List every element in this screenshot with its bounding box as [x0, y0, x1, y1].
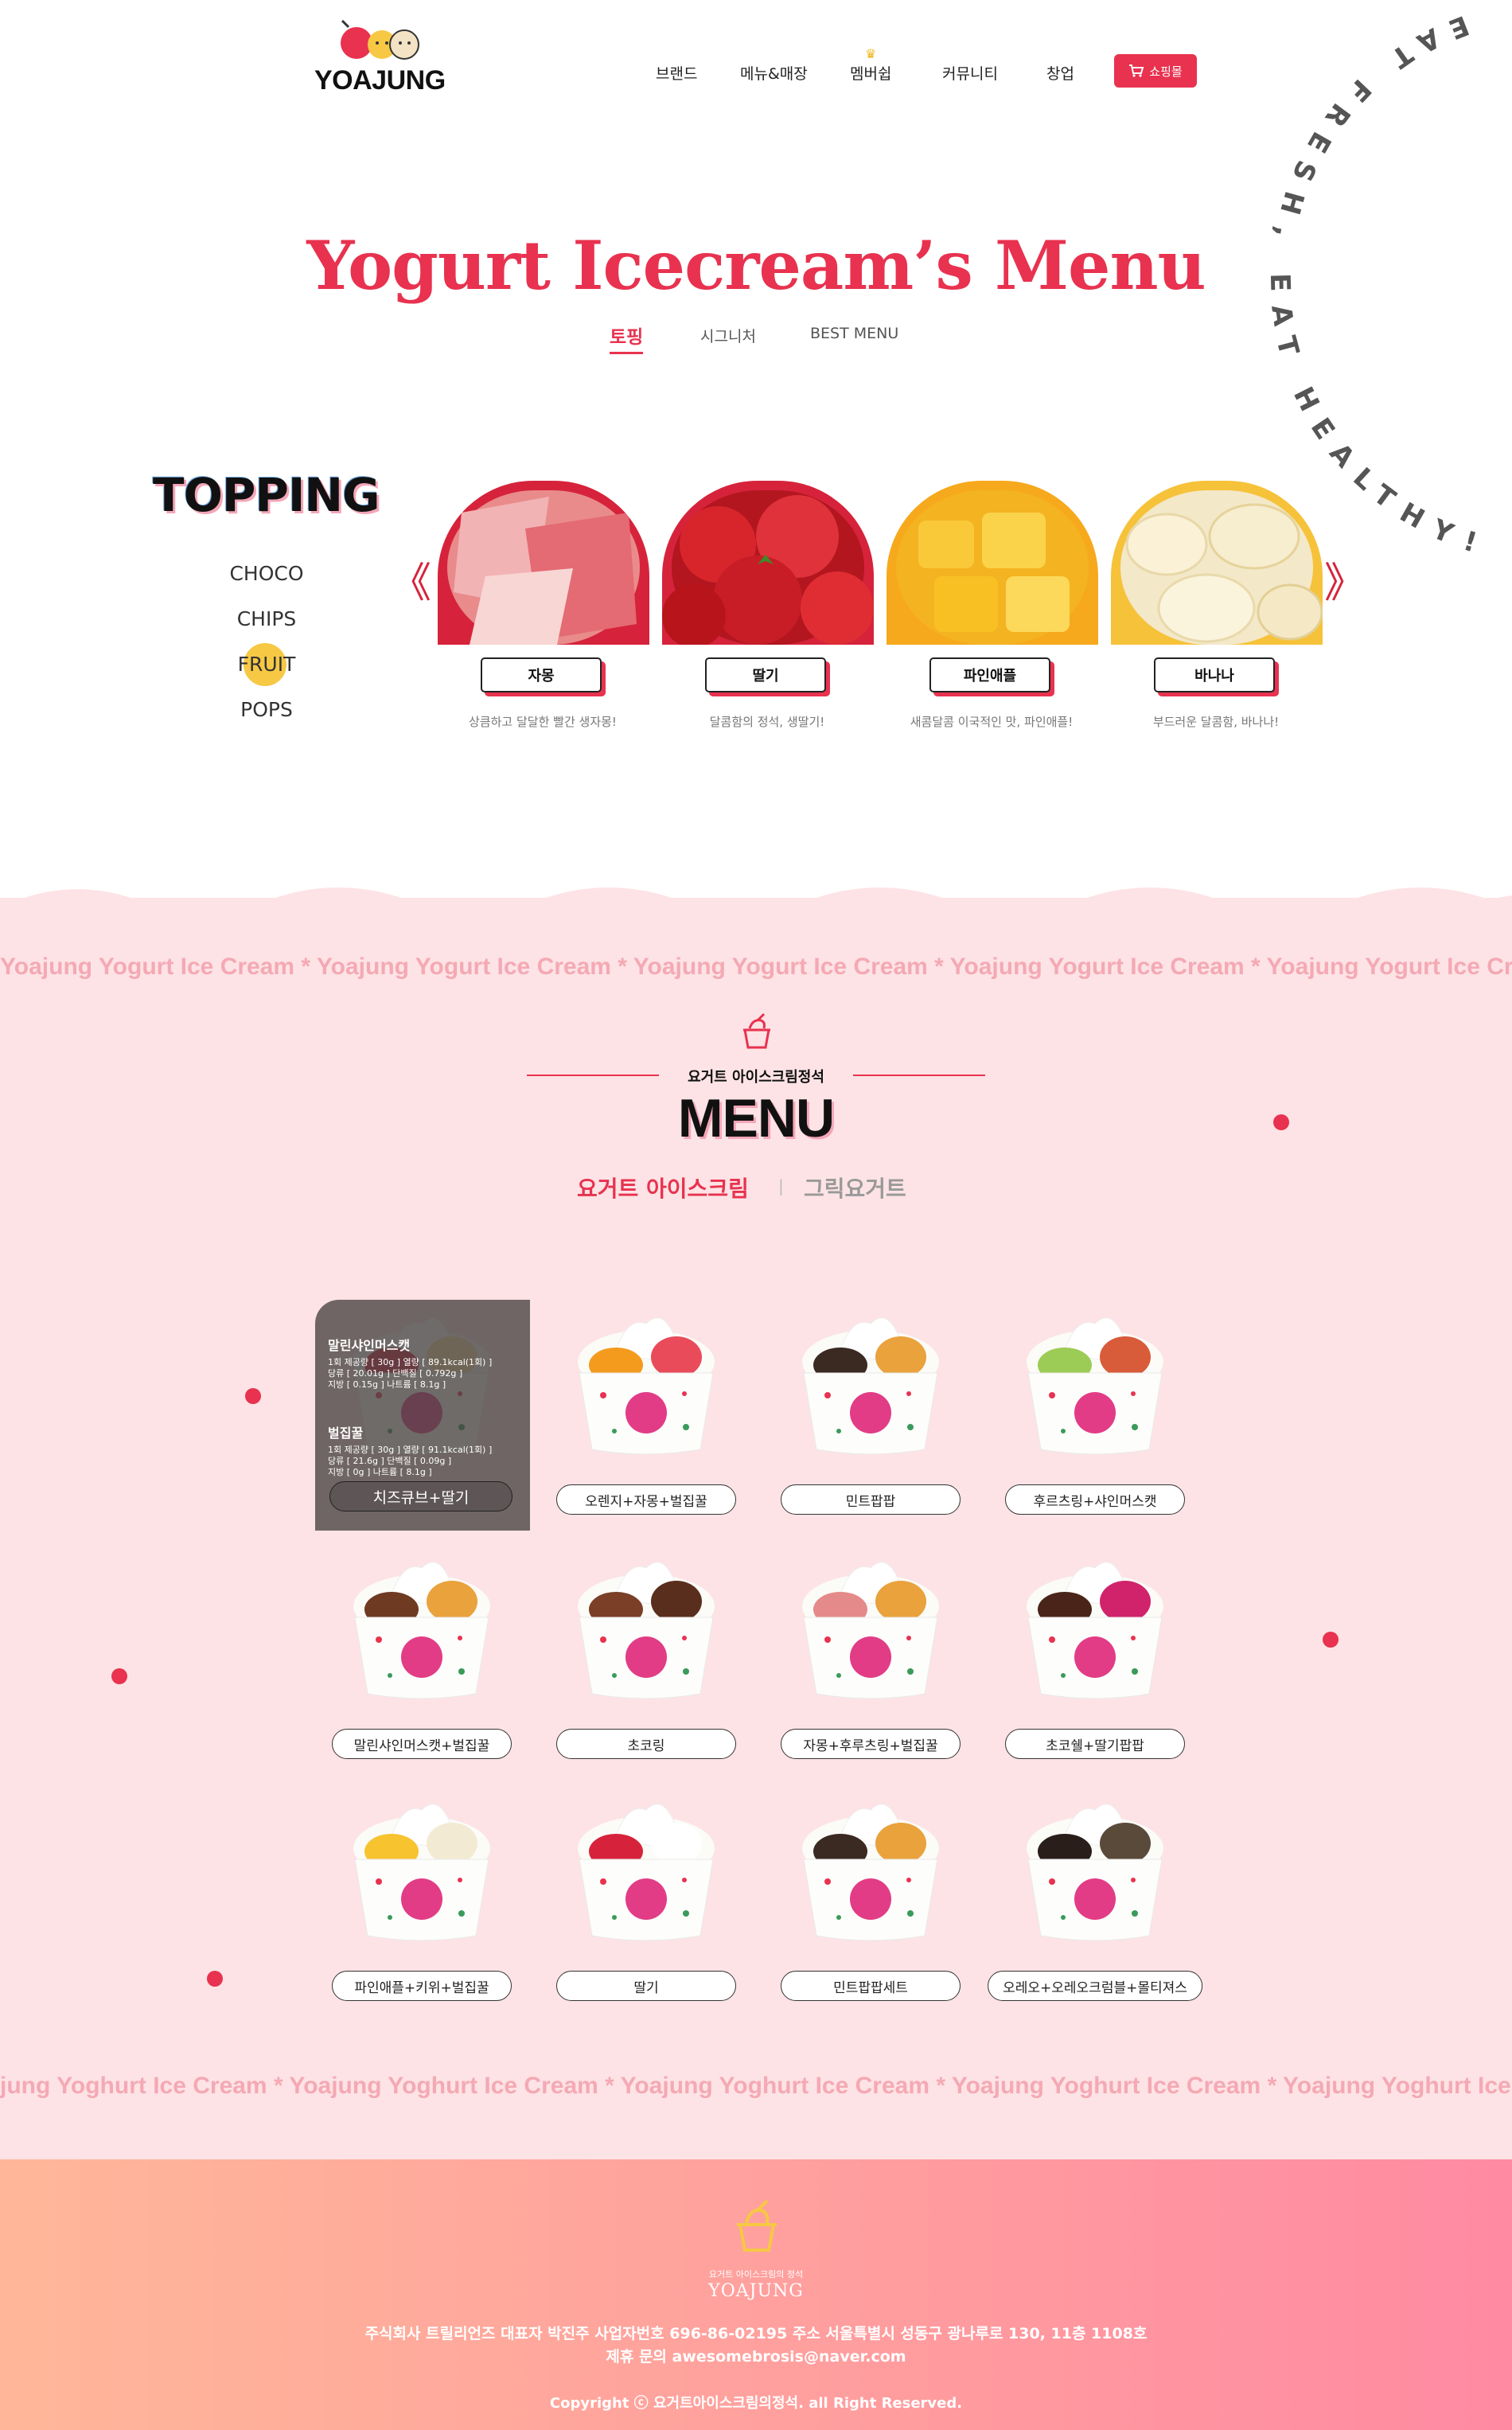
topping-heading: TOPPING — [153, 468, 380, 522]
category-fruit[interactable]: FRUIT — [199, 653, 334, 676]
topping-name-pineapple[interactable]: 파인애플 — [929, 657, 1050, 692]
footer-copyright: Copyright ⓒ 요거트아이스크림의정석. all Right Reser… — [549, 2395, 963, 2412]
yogurt-cup-image — [578, 1804, 715, 1941]
nav-brand[interactable]: 브랜드 — [656, 62, 697, 84]
product-label-chocoshell-strawberry-pop[interactable]: 초코쉘+딸기팝팝 — [1005, 1729, 1185, 1759]
yogurt-cup-image — [1027, 1804, 1163, 1941]
topping-name-strawberry[interactable]: 딸기 — [705, 657, 826, 692]
yogurt-cup-image — [353, 1562, 490, 1699]
shop-button[interactable]: 쇼핑몰 — [1114, 54, 1197, 88]
menu-tab-separator: | — [778, 1176, 784, 1195]
nav-membership[interactable]: 멤버쉽 — [850, 62, 891, 84]
topping-desc-banana: 부드러운 달콤함, 바나나! — [1152, 715, 1280, 729]
product-label-oreo-crumble-maltesers[interactable]: 오레오+오레오크럼블+몰티져스 — [988, 1971, 1202, 2001]
pineapple-image — [896, 490, 1089, 645]
topping-name-grapefruit[interactable]: 자몽 — [481, 657, 602, 692]
tab-best-menu[interactable]: BEST MENU — [810, 325, 898, 342]
topping-photo-pineapple[interactable] — [887, 481, 1098, 645]
overlay-line: 지방 [ 0g ] 나트륨 [ 8.1g ] — [328, 1467, 432, 1477]
topping-photo-grapefruit[interactable] — [438, 481, 649, 645]
menu-subtitle: 요거트 아이스크림정석 — [688, 1069, 824, 1086]
overlay-line: 지방 [ 0.15g ] 나트륨 [ 8.1g ] — [328, 1379, 446, 1390]
category-choco[interactable]: CHOCO — [199, 562, 334, 585]
topping-desc-pineapple: 새콤달콤 이국적인 맛, 파인애플! — [910, 715, 1074, 729]
footer-contact: 제휴 문의 awesomebrosis@naver.com — [606, 2348, 906, 2366]
topping-name-banana[interactable]: 바나나 — [1154, 657, 1275, 692]
decor-dot — [1323, 1632, 1339, 1648]
yogurt-cup-image — [802, 1562, 939, 1699]
product-card-chocoring[interactable]: 초코링 — [551, 1544, 742, 1775]
category-pops[interactable]: POPS — [199, 698, 334, 721]
tab-topping[interactable]: 토핑 — [610, 322, 644, 354]
grapefruit-image — [447, 490, 640, 645]
product-label-mint-pop[interactable]: 민트팝팝 — [781, 1484, 961, 1515]
cart-icon — [1129, 64, 1144, 77]
overlay-title-2: 벌집꿀 — [328, 1426, 364, 1441]
marquee-top: Yoajung Yogurt Ice Cream * Yoajung Yogur… — [0, 954, 1512, 980]
yogurt-cup-image — [1027, 1562, 1163, 1699]
product-label-orange-grapefruit-honey[interactable]: 오렌지+자몽+벌집꿀 — [556, 1484, 736, 1515]
product-label-pineapple-kiwi-honey[interactable]: 파인애플+키위+벌집꿀 — [332, 1971, 512, 2001]
footer-company-info: 주식회사 트릴리언즈 대표자 박진주 사업자번호 696-86-02195 주소… — [364, 2325, 1148, 2342]
product-card-mint-pop-set[interactable]: 민트팝팝세트 — [775, 1786, 966, 2017]
banana-image — [1120, 490, 1323, 645]
marquee-bottom: jung Yoghurt Ice Cream * Yoajung Yoghurt… — [0, 2073, 1512, 2099]
yogurt-cup-image — [802, 1804, 939, 1941]
topping-photo-strawberry[interactable] — [662, 481, 874, 645]
tab-yogurt-icecream[interactable]: 요거트 아이스크림 — [577, 1172, 749, 1203]
decor-dot — [245, 1388, 261, 1404]
tab-signature[interactable]: 시그니처 — [700, 325, 756, 346]
product-label-dried-shine-honey[interactable]: 말린샤인머스캣+벌집꿀 — [332, 1729, 512, 1759]
yogurt-cup-image — [802, 1317, 939, 1455]
cup-icon — [743, 1012, 770, 1049]
product-label-chocoring[interactable]: 초코링 — [556, 1729, 736, 1759]
nav-community[interactable]: 커뮤니티 — [942, 62, 998, 84]
topping-desc-strawberry: 달콤함의 정석, 생딸기! — [709, 715, 825, 729]
product-card-mint-pop[interactable]: 민트팝팝 — [775, 1300, 966, 1531]
footer-logo-tagline: 요거트 아이스크림의 정석 — [708, 2269, 804, 2280]
logo-text[interactable]: YOAJUNG — [314, 65, 446, 96]
next-arrow-icon[interactable]: 》 — [1324, 549, 1366, 609]
product-label-grapefruit-fruitring-honey[interactable]: 자몽+후루츠링+벌집꿀 — [781, 1729, 961, 1759]
decor-dot — [207, 1971, 223, 1987]
product-label-fruitring-shine[interactable]: 후르츠링+샤인머스캣 — [1005, 1484, 1185, 1515]
product-label-strawberry[interactable]: 딸기 — [556, 1971, 736, 2001]
topping-photo-banana[interactable] — [1111, 481, 1323, 645]
product-label-mint-pop-set[interactable]: 민트팝팝세트 — [781, 1971, 961, 2001]
decor-dot — [111, 1668, 127, 1684]
product-card-oreo-crumble-maltesers[interactable]: 오레오+오레오크럼블+몰티져스 — [988, 1786, 1202, 2017]
product-card-chocoshell-strawberry-pop[interactable]: 초코쉘+딸기팝팝 — [1000, 1544, 1191, 1775]
product-label-cheese-strawberry[interactable]: 치즈큐브+딸기 — [329, 1481, 512, 1511]
product-card-fruitring-shine[interactable]: 후르츠링+샤인머스캣 — [1000, 1300, 1191, 1531]
nav-menu-store[interactable]: 메뉴&매장 — [740, 62, 808, 84]
product-card-strawberry[interactable]: 딸기 — [551, 1786, 742, 2017]
yogurt-cup-image — [353, 1804, 490, 1941]
yogurt-cup-image — [578, 1562, 715, 1699]
decor-dot — [1273, 1114, 1289, 1130]
yogurt-cup-image — [578, 1317, 715, 1455]
footer-cup-icon — [737, 2199, 777, 2252]
product-card-orange-grapefruit-honey[interactable]: 오렌지+자몽+벌집꿀 — [551, 1300, 742, 1531]
tab-greek-yogurt[interactable]: 그릭요거트 — [804, 1172, 906, 1203]
product-card-grapefruit-fruitring-honey[interactable]: 자몽+후루츠링+벌집꿀 — [775, 1544, 966, 1775]
product-card-dried-shine-honey[interactable]: 말린샤인머스캣+벌집꿀 — [326, 1544, 517, 1775]
yogurt-cup-image — [1027, 1317, 1163, 1455]
nutrition-overlay[interactable]: 말린샤인머스캣 1회 제공량 [ 30g ] 열량 [ 89.1kcal(1회)… — [315, 1300, 530, 1531]
footer-logo-text: YOAJUNG — [708, 2281, 804, 2301]
nav-franchise[interactable]: 창업 — [1046, 62, 1074, 84]
category-chips[interactable]: CHIPS — [199, 607, 334, 630]
prev-arrow-icon[interactable]: 《 — [390, 549, 431, 609]
wave-divider — [0, 887, 1512, 931]
page-title: Yogurt Icecream’s Menu — [306, 226, 1206, 305]
topping-desc-grapefruit: 상큼하고 달달한 빨간 생자몽! — [469, 715, 617, 729]
strawberry-image — [662, 490, 874, 645]
crown-icon: ♛ — [865, 46, 877, 61]
product-card-pineapple-kiwi-honey[interactable]: 파인애플+키위+벌집꿀 — [326, 1786, 517, 2017]
overlay-title-1: 말린샤인머스캣 — [328, 1338, 411, 1353]
logo-icon[interactable] — [325, 19, 444, 62]
shop-button-label: 쇼핑몰 — [1149, 64, 1183, 79]
